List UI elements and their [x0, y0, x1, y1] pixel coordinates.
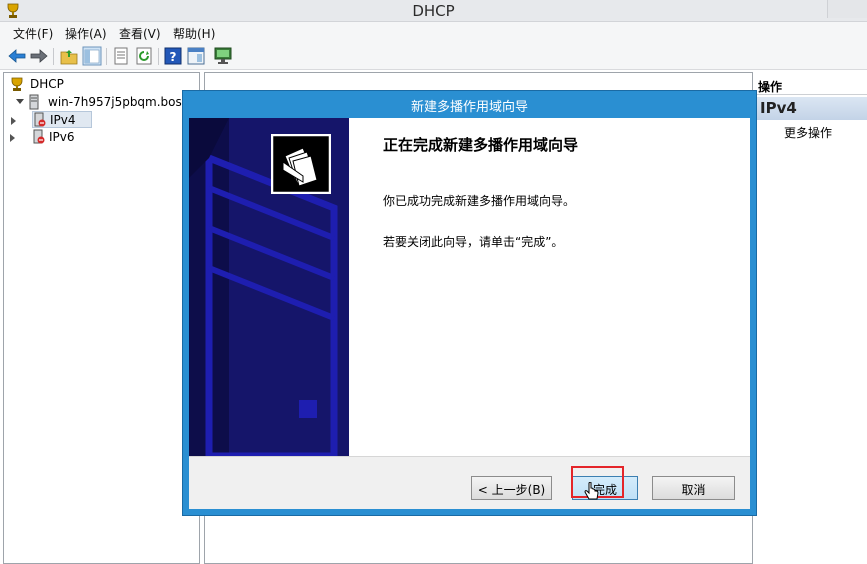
wizard-success-text: 你已成功完成新建多播作用域向导。: [383, 194, 576, 208]
tree-item-label: IPv4: [50, 113, 76, 127]
folders-icon: [271, 134, 331, 194]
collapse-chevron-icon[interactable]: [16, 99, 24, 104]
console-tree: DHCP win-7h957j5pbqm.boson IPv4 IPv6: [3, 72, 200, 564]
menu-file[interactable]: 文件(F): [13, 25, 53, 42]
hand-cursor-icon: [584, 482, 599, 500]
menu-view[interactable]: 查看(V): [119, 25, 161, 42]
dhcp-trophy-icon: [11, 77, 23, 91]
expand-chevron-icon[interactable]: [10, 134, 15, 142]
show-hide-tree-icon[interactable]: [82, 46, 102, 66]
toolbar-separator: [158, 48, 159, 65]
ipv4-disabled-icon: [34, 112, 46, 127]
new-multicast-scope-wizard: 新建多播作用域向导 正在完成新建多播作用域向导 你已成功完成新建多播作用域向导。…: [182, 90, 757, 516]
finish-button[interactable]: 完成: [572, 476, 638, 500]
menu-help[interactable]: 帮助(H): [173, 25, 215, 42]
tree-item-label: IPv6: [49, 130, 75, 144]
properties-icon[interactable]: [186, 46, 206, 66]
wizard-button-bar: < 上一步(B) 完成 取消: [189, 456, 750, 509]
wizard-side-banner: [189, 118, 349, 456]
refresh-icon[interactable]: [134, 46, 154, 66]
back-button[interactable]: < 上一步(B): [471, 476, 552, 500]
tree-item-label: win-7h957j5pbqm.boson: [48, 95, 197, 109]
actions-header: 操作: [753, 76, 867, 95]
menu-bar: 文件(F) 操作(A) 查看(V) 帮助(H): [0, 22, 867, 43]
up-folder-icon[interactable]: [59, 46, 79, 66]
wizard-heading: 正在完成新建多播作用域向导: [383, 136, 579, 154]
window-titlebar: DHCP: [0, 0, 867, 22]
toolbar: ?: [0, 43, 867, 70]
actions-section-ipv4[interactable]: IPv4: [753, 97, 867, 120]
expand-chevron-icon[interactable]: [11, 117, 16, 125]
toolbar-separator: [53, 48, 54, 65]
monitor-icon[interactable]: [213, 46, 233, 66]
forward-arrow-icon[interactable]: [29, 46, 49, 66]
window-control-button[interactable]: [827, 0, 867, 18]
toolbar-separator: [106, 48, 107, 65]
wizard-close-instruction: 若要关闭此向导，请单击“完成”。: [383, 235, 564, 249]
menu-action[interactable]: 操作(A): [65, 25, 107, 42]
wizard-title: 新建多播作用域向导: [410, 100, 528, 115]
ipv6-disabled-icon: [33, 129, 45, 144]
window-title: DHCP: [412, 2, 455, 20]
actions-pane: 操作 IPv4 更多操作: [752, 72, 867, 564]
server-icon: [29, 94, 39, 110]
back-arrow-icon[interactable]: [7, 46, 27, 66]
cancel-button[interactable]: 取消: [652, 476, 735, 500]
help-icon[interactable]: ?: [163, 46, 183, 66]
export-list-icon[interactable]: [111, 46, 131, 66]
actions-more-link[interactable]: 更多操作: [784, 124, 832, 141]
tree-item-ipv4[interactable]: IPv4: [11, 111, 92, 128]
wizard-body: 正在完成新建多播作用域向导 你已成功完成新建多播作用域向导。 若要关闭此向导，请…: [189, 118, 750, 509]
tree-item-label: DHCP: [30, 77, 64, 91]
svg-text:?: ?: [170, 50, 177, 64]
